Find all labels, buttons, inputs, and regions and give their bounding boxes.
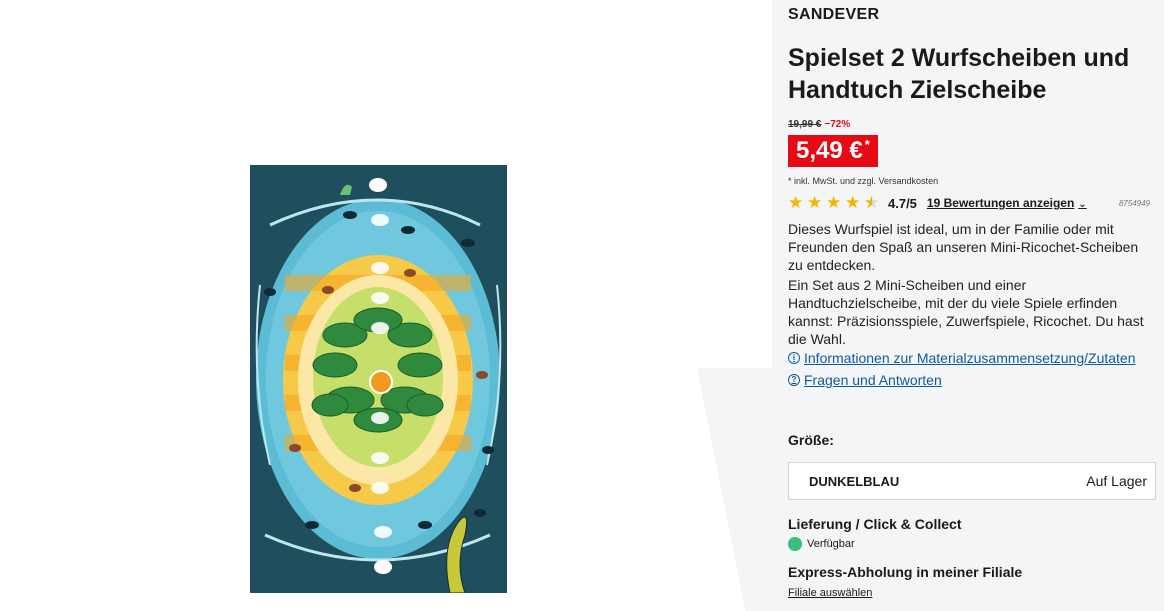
material-info-label: Informationen zur Materialzusammensetzun… <box>804 350 1136 366</box>
qa-label: Fragen und Antworten <box>804 372 942 388</box>
product-image[interactable] <box>250 165 507 593</box>
reviews-link-label: 19 Bewertungen anzeigen <box>926 196 1075 210</box>
question-icon: ? <box>788 374 800 386</box>
tax-note: * inkl. MwSt. und zzgl. Versandkosten <box>788 176 939 186</box>
star-half-icon: ★ ★ <box>864 193 880 212</box>
rating-row: ★ ★ ★ ★ ★ ★ 4.7/5 19 Bewertungen anzeigen… <box>788 193 1158 213</box>
product-title: Spielset 2 Wurfscheiben und Handtuch Zie… <box>788 44 1130 104</box>
product-description: Dieses Wurfspiel ist ideal, um in der Fa… <box>788 220 1153 348</box>
star-full-icon: ★ <box>788 193 804 212</box>
available-status-icon <box>788 537 802 551</box>
description-paragraph: Ein Set aus 2 Mini-Scheiben und einer Ha… <box>788 277 1144 347</box>
qa-link[interactable]: ? Fragen und Antworten <box>788 372 942 388</box>
old-price: 19,99 € <box>788 119 822 130</box>
price-asterisk: * <box>864 137 870 152</box>
chevron-down-icon: ⌄ <box>1078 199 1087 210</box>
reviews-link[interactable]: 19 Bewertungen anzeigen ⌄ <box>927 196 1087 210</box>
star-full-icon: ★ <box>826 193 842 212</box>
product-gallery <box>0 0 772 611</box>
discount-badge: −72% <box>824 119 851 130</box>
select-store-link[interactable]: Filiale auswählen <box>788 587 872 599</box>
size-label: Größe: <box>788 432 834 448</box>
description-paragraph: Dieses Wurfspiel ist ideal, um in der Fa… <box>788 221 1139 273</box>
info-icon: i <box>788 352 800 364</box>
stock-status: Auf Lager <box>1086 473 1147 489</box>
availability-text: Verfügbar <box>807 538 855 550</box>
rating-score: 4.7/5 <box>888 195 917 211</box>
availability-row: Verfügbar <box>788 537 855 551</box>
product-sku: 8754949 <box>1118 198 1150 208</box>
star-full-icon: ★ <box>807 193 823 212</box>
delivery-heading: Lieferung / Click & Collect <box>788 516 962 532</box>
star-full-icon: ★ <box>845 193 861 212</box>
rating-stars: ★ ★ ★ ★ ★ ★ <box>788 193 880 212</box>
old-price-row: 19,99 € −72% <box>788 119 850 130</box>
brand-name[interactable]: SANDEVER <box>788 6 879 24</box>
size-selector[interactable]: DUNKELBLAU Auf Lager <box>788 462 1156 500</box>
size-option-name: DUNKELBLAU <box>809 473 900 489</box>
price-value: 5,49 € <box>796 137 863 164</box>
express-pickup-heading: Express-Abholung in meiner Filiale <box>788 564 1023 580</box>
material-info-link[interactable]: i Informationen zur Materialzusammensetz… <box>788 350 1136 366</box>
current-price: 5,49 € * <box>788 135 878 167</box>
